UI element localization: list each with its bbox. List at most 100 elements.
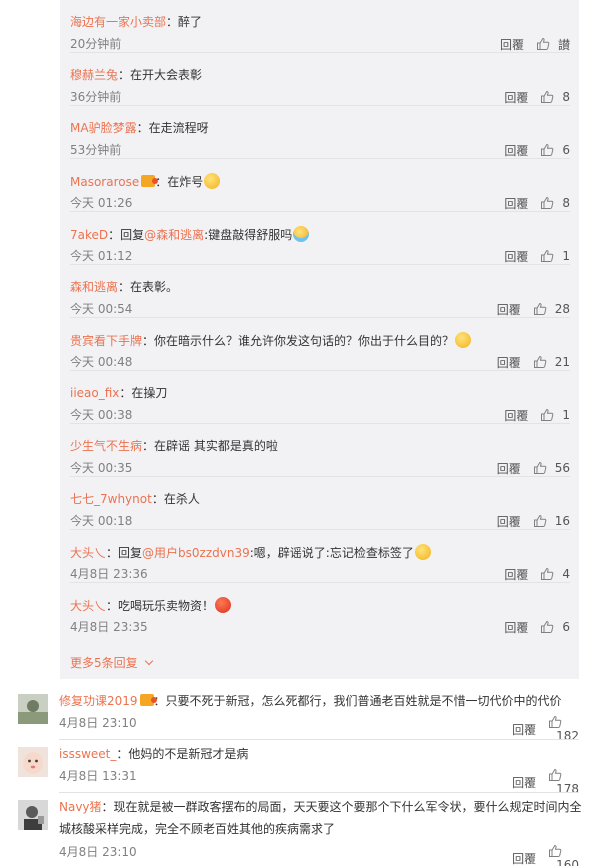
reply-item: 大头乀：吃喝玩乐卖物资！ 4月8日 23:35 回覆 6	[70, 583, 570, 636]
reply-text: ：在开大会表彰	[118, 68, 203, 82]
like-button[interactable]: 28	[533, 302, 570, 316]
like-button[interactable]: 6	[540, 620, 570, 634]
like-button[interactable]: 56	[533, 461, 570, 475]
reply-content: 大头乀：吃喝玩乐卖物资！	[70, 597, 232, 614]
thumbs-up-icon	[533, 461, 547, 474]
reply-button[interactable]: 回覆	[512, 774, 536, 791]
like-count: 21	[554, 355, 570, 369]
thumbs-up-icon	[549, 844, 562, 857]
avatar[interactable]	[18, 694, 48, 724]
reply-username[interactable]: 少生气不生病	[70, 439, 142, 453]
thumbs-up-icon	[533, 355, 547, 368]
reply-text: ：在辟谣 其实都是真的啦	[142, 439, 278, 453]
more-replies-link[interactable]: 更多5条回复	[70, 654, 153, 671]
reply-button[interactable]: 回覆	[512, 721, 536, 738]
reply-button[interactable]: 回覆	[504, 142, 528, 159]
reply-content: 少生气不生病：在辟谣 其实都是真的啦	[70, 438, 278, 454]
thumbs-up-icon	[541, 249, 554, 262]
like-button[interactable]: 21	[533, 355, 570, 369]
like-button[interactable]: 160	[548, 844, 579, 866]
thumbs-up-icon	[541, 143, 554, 156]
like-button[interactable]: 1	[540, 249, 570, 263]
comment-text-continued: 城核酸采样完成，完全不顾老百姓其他的疾病需求了	[59, 822, 336, 836]
reply-text: :嗯，辟谣说了:忘记检查标签了	[249, 546, 414, 560]
reply-button[interactable]: 回覆	[500, 36, 524, 53]
reply-item: iieao_fix：在操刀 今天 00:38 回覆 1	[70, 371, 570, 424]
emoji-icon	[204, 173, 221, 189]
reply-item: 七七_7whynot：在杀人 今天 00:18 回覆 16	[70, 477, 570, 530]
reply-username[interactable]: 大头乀	[70, 599, 106, 613]
reply-button[interactable]: 回覆	[504, 566, 528, 583]
divider	[59, 792, 579, 793]
like-button[interactable]: 8	[540, 196, 570, 210]
reply-button[interactable]: 回覆	[497, 513, 521, 530]
avatar[interactable]	[18, 747, 48, 777]
reply-item: 大头乀：回复@用户bs0zzdvn39:嗯，辟谣说了:忘记检查标签了 4月8日 2…	[70, 530, 570, 583]
reply-button[interactable]: 回覆	[504, 407, 528, 424]
reply-button[interactable]: 回覆	[497, 301, 521, 318]
reply-text: ：你在暗示什么？谁允许你发这句话的？你出于什么目的？	[142, 334, 455, 348]
like-count: 4	[562, 567, 570, 581]
reply-username[interactable]: MA驴脸梦露	[70, 121, 137, 135]
mention-link[interactable]: @森和逃离	[144, 228, 204, 242]
reply-username[interactable]: 大头乀	[70, 546, 106, 560]
reply-button[interactable]: 回覆	[497, 460, 521, 477]
reply-text: ：在炸号	[155, 175, 204, 189]
reply-button[interactable]: 回覆	[504, 89, 528, 106]
like-count: 182	[556, 729, 579, 743]
reply-actions: 回覆 16	[497, 513, 570, 529]
like-count: 28	[554, 302, 570, 316]
comment-text: ：现在就是被一群政客摆布的局面，天天要这个要那个下什么军令状，要什么规定时间内全	[101, 800, 582, 814]
reply-text: ：在杀人	[151, 492, 200, 506]
like-button[interactable]: 4	[540, 567, 570, 581]
comment-time: 4月8日 23:10	[59, 845, 137, 859]
reply-username[interactable]: 贵宾看下手牌	[70, 334, 142, 348]
reply-item: 海边有一家小卖部：醉了 20分钟前 回覆 讃	[70, 0, 570, 53]
mention-link[interactable]: @用户bs0zzdvn39	[142, 546, 250, 560]
comment-time: 4月8日 13:31	[59, 769, 137, 783]
like-button[interactable]: 讃	[536, 36, 570, 53]
comment-item: isssweet_：他妈的不是新冠才是病 4月8日 13:31 回覆 178	[18, 747, 579, 796]
reply-content: 海边有一家小卖部：醉了	[70, 14, 202, 30]
reply-thread-panel: 海边有一家小卖部：醉了 20分钟前 回覆讃穆赫兰兔：在开大会表彰 36分钟前 回覆 8 MA…	[60, 0, 579, 679]
comment-time: 4月8日 23:10	[59, 716, 137, 730]
thumbs-up-icon	[549, 768, 562, 781]
reply-username[interactable]: 森和逃离	[70, 280, 118, 294]
reply-button[interactable]: 回覆	[497, 354, 521, 371]
thumbs-up-icon	[541, 196, 554, 209]
emoji-icon	[215, 597, 232, 613]
comment-username[interactable]: 修复功课2019	[59, 694, 138, 708]
like-button[interactable]: 6	[540, 143, 570, 157]
like-button[interactable]: 1	[540, 408, 570, 422]
reply-button[interactable]: 回覆	[504, 619, 528, 636]
thumbs-up-icon	[541, 620, 554, 633]
reply-time: 今天 00:54	[70, 302, 133, 316]
thumbs-up-icon	[533, 302, 547, 315]
reply-button[interactable]: 回覆	[504, 195, 528, 212]
reply-username[interactable]: 7akeD	[70, 228, 108, 242]
reply-button[interactable]: 回覆	[512, 850, 536, 866]
reply-time: 36分钟前	[70, 90, 122, 104]
more-replies-label: 更多5条回复	[70, 656, 138, 670]
reply-actions: 回覆 8	[504, 195, 570, 211]
reply-username[interactable]: 海边有一家小卖部	[70, 15, 166, 29]
comment-item: Navy猪：现在就是被一群政客摆布的局面，天天要这个要那个下什么军令状，要什么规…	[18, 800, 582, 866]
reply-content: 贵宾看下手牌：你在暗示什么？谁允许你发这句话的？你出于什么目的？	[70, 332, 472, 349]
avatar[interactable]	[18, 800, 48, 830]
like-count: 6	[562, 143, 570, 157]
comment-username[interactable]: Navy猪	[59, 800, 102, 814]
like-button[interactable]: 16	[533, 514, 570, 528]
comment-text: ：他妈的不是新冠才是病	[116, 747, 249, 761]
reply-content: Masorarose ：在炸号	[70, 173, 221, 190]
like-button[interactable]: 8	[540, 90, 570, 104]
reply-button[interactable]: 回覆	[504, 248, 528, 265]
reply-time: 今天 00:38	[70, 408, 133, 422]
thumbs-up-icon	[536, 37, 550, 50]
comment-username[interactable]: isssweet_	[59, 747, 116, 761]
reply-username[interactable]: iieao_fix	[70, 386, 119, 400]
reply-username[interactable]: 七七_7whynot	[70, 492, 152, 506]
reply-username[interactable]: 穆赫兰兔	[70, 68, 118, 82]
reply-time: 53分钟前	[70, 143, 122, 157]
reply-time: 今天 00:48	[70, 355, 133, 369]
reply-username[interactable]: Masorarose	[70, 175, 139, 189]
